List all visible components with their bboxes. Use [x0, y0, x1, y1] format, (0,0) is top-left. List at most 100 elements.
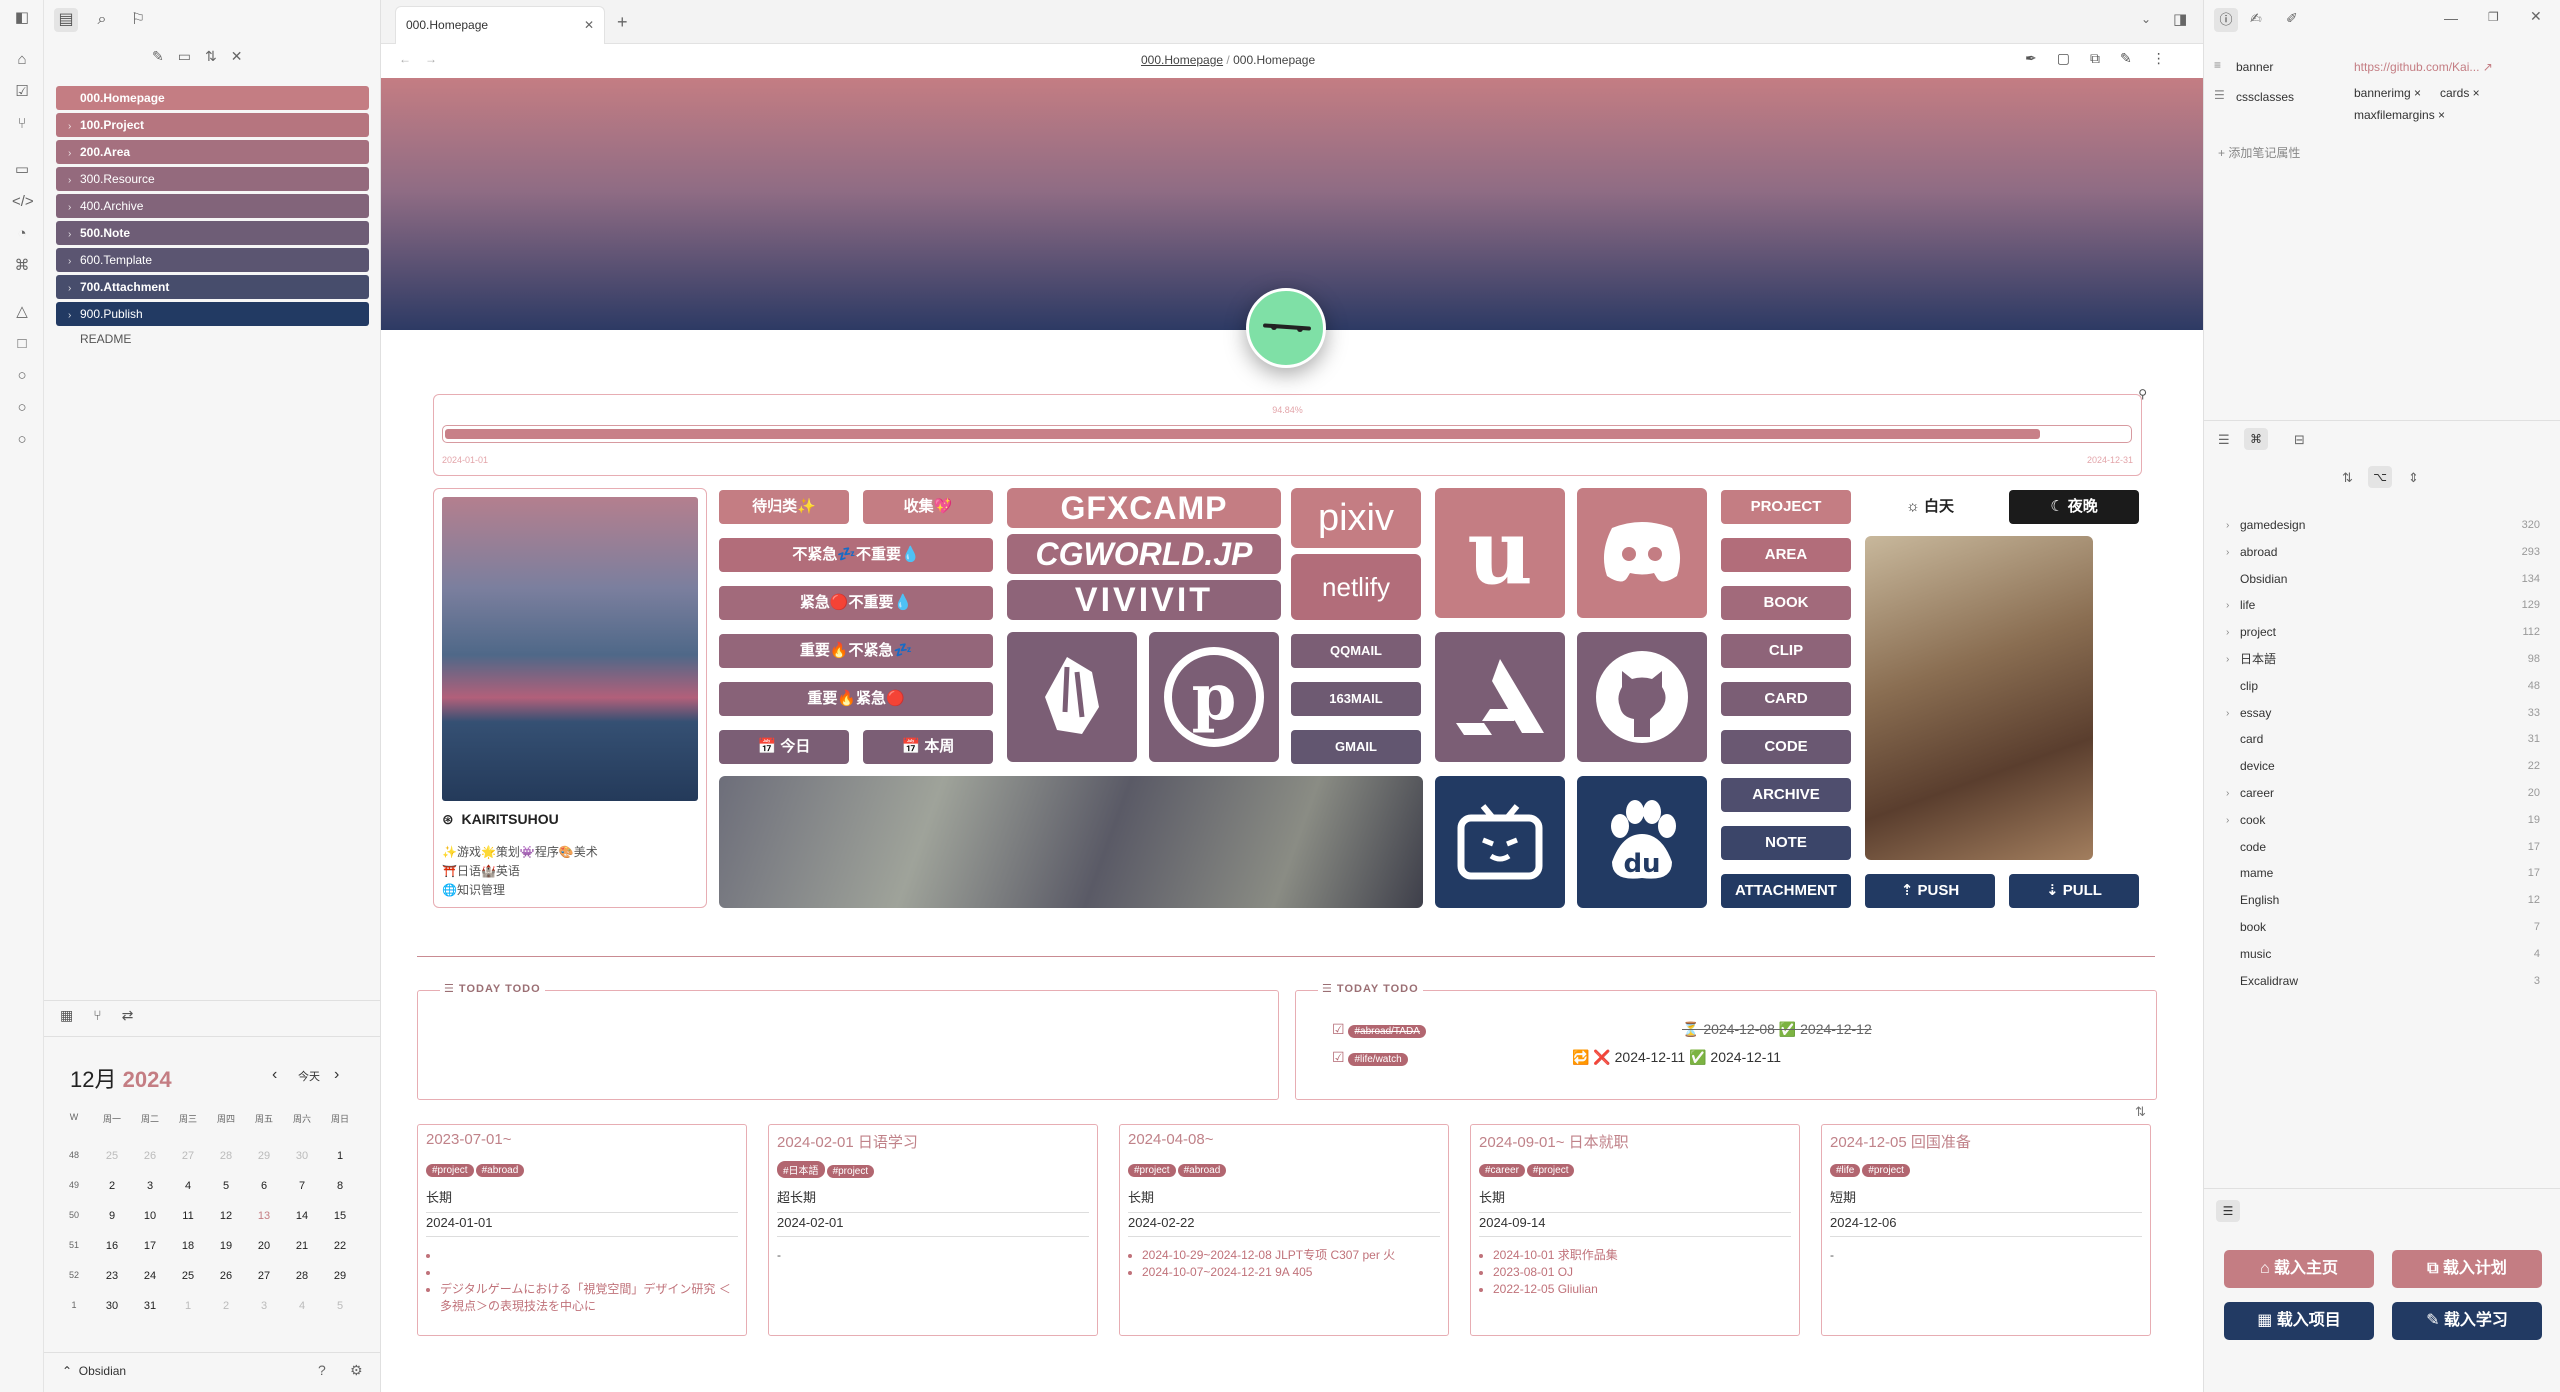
load-home-button[interactable]: ⌂ 载入主页 [2224, 1250, 2374, 1288]
prop-css-value-2[interactable]: cards × [2440, 86, 2480, 100]
tag-row-card[interactable]: card 31 [2240, 726, 2540, 753]
calendar-day[interactable]: 11 [170, 1210, 206, 1222]
tag-row-music[interactable]: music 4 [2240, 941, 2540, 968]
breadcrumb-parent[interactable]: 000.Homepage [1141, 53, 1223, 67]
info-icon[interactable]: ⓘ [2214, 8, 2238, 32]
pen-icon[interactable]: ✒ [2025, 50, 2037, 67]
project-tag[interactable]: #project [826, 1165, 875, 1178]
todo-checkbox-2[interactable]: ☑ [1332, 1049, 1345, 1065]
houdini-icon[interactable] [1007, 632, 1137, 762]
calendar-day[interactable]: 24 [132, 1270, 168, 1282]
next-month-icon[interactable]: › [334, 1066, 339, 1084]
new-folder-icon[interactable]: ▭ [178, 48, 191, 65]
project-card[interactable]: 2023-07-01~ #project#abroad 长期2024-01-01 デ… [417, 1124, 747, 1336]
calendar-day[interactable]: 14 [284, 1210, 320, 1222]
project-tag[interactable]: #career [1479, 1164, 1525, 1177]
sort-tags-icon[interactable]: ⇅ [2342, 470, 2353, 486]
calendar-icon[interactable]: ▦ [60, 1007, 73, 1024]
edit-icon[interactable]: ✎ [2120, 50, 2132, 67]
calendar-day[interactable]: 9 [94, 1210, 130, 1222]
nav-button-project[interactable]: PROJECT [1721, 490, 1851, 524]
nav-button-attachment[interactable]: ATTACHMENT [1721, 874, 1851, 908]
project-tag[interactable]: #project [1526, 1164, 1575, 1177]
calendar-day[interactable]: 26 [208, 1270, 244, 1282]
163mail-link[interactable]: 163MAIL [1291, 682, 1421, 716]
calendar-day[interactable]: 19 [208, 1240, 244, 1252]
calendar-day[interactable]: 8 [322, 1180, 358, 1192]
calendar-day[interactable]: 13 [246, 1210, 282, 1222]
nav-button-card[interactable]: CARD [1721, 682, 1851, 716]
project-card[interactable]: 2024-12-05 回国准备 #life #project 短期 2024-12-06… [1821, 1124, 2151, 1336]
todo-pill[interactable]: 待归类✨ [719, 490, 849, 524]
today-pill[interactable]: 📅 今日 [719, 730, 849, 764]
nav-button-archive[interactable]: ARCHIVE [1721, 778, 1851, 812]
todo-item-1[interactable]: ☑ #abroad/TADA ⏳ 2024-12-08 ✅ 2024-12-12 [1332, 1021, 2132, 1041]
gmail-link[interactable]: GMAIL [1291, 730, 1421, 764]
readme-file[interactable]: README [80, 332, 131, 346]
more-icon[interactable]: ⋮ [2152, 50, 2166, 67]
project-item[interactable]: 2023-08-01 OJ [1493, 1264, 1793, 1281]
calendar-day[interactable]: 5 [322, 1300, 358, 1312]
prop-css-value-1[interactable]: bannerimg × [2354, 86, 2421, 100]
tag-row-device[interactable]: device 22 [2240, 753, 2540, 780]
project-tag[interactable]: #abroad [1177, 1164, 1227, 1177]
calendar-day[interactable]: 10 [132, 1210, 168, 1222]
vivivit-link[interactable]: VIVIVIT [1007, 580, 1281, 620]
calendar-day[interactable]: 17 [132, 1240, 168, 1252]
calendar-day[interactable]: 7 [284, 1180, 320, 1192]
tag-row-abroad[interactable]: › abroad 293 [2226, 539, 2540, 566]
project-tag[interactable]: #abroad [475, 1164, 525, 1177]
project-item[interactable]: 2024-10-07~2024-12-21 9A 405 [1142, 1264, 1442, 1281]
discord-icon[interactable] [1577, 488, 1707, 618]
week-pill[interactable]: 📅 本周 [863, 730, 993, 764]
tag-row-code[interactable]: code 17 [2240, 834, 2540, 861]
gfxcamp-link[interactable]: GFXCAMP [1007, 488, 1281, 528]
tag-chevron-icon[interactable]: › [2226, 700, 2229, 727]
tag-chevron-icon[interactable]: › [2226, 539, 2229, 566]
tag-row-book[interactable]: book 7 [2240, 914, 2540, 941]
tag-row-essay[interactable]: › essay 33 [2226, 700, 2540, 727]
tag-chevron-icon[interactable]: › [2226, 807, 2229, 834]
calendar-day[interactable]: 21 [284, 1240, 320, 1252]
right-sidebar-toggle-icon[interactable]: ◨ [2173, 10, 2187, 28]
search-icon[interactable]: ⌕ [90, 8, 114, 32]
new-tab-icon[interactable]: + [617, 12, 628, 33]
pixiv-link[interactable]: pixiv [1291, 488, 1421, 548]
tag-row-日本語[interactable]: › 日本語 98 [2226, 646, 2540, 673]
bookmark-icon[interactable]: ⚐ [126, 8, 150, 32]
project-item[interactable]: 2024-10-01 求职作品集 [1493, 1247, 1793, 1264]
calendar-day[interactable]: 31 [132, 1300, 168, 1312]
load-project-button[interactable]: ▦ 载入项目 [2224, 1302, 2374, 1340]
vault-switcher[interactable]: ⌃ Obsidian [62, 1364, 126, 1378]
tag-chevron-icon[interactable]: › [2226, 646, 2229, 673]
tag-icon[interactable]: ⌘ [12, 256, 32, 276]
maximize-icon[interactable]: ❐ [2488, 10, 2499, 24]
project-tag[interactable]: #project [426, 1164, 474, 1177]
project-item[interactable]: 2024-10-29~2024-12-08 JLPT专项 C307 per 火 [1142, 1247, 1442, 1264]
unreal-engine-icon[interactable]: u [1435, 488, 1565, 618]
outline-icon[interactable]: ✍ [2250, 10, 2262, 27]
tags-view-icon[interactable]: ⌘ [2244, 428, 2268, 450]
prev-month-icon[interactable]: ‹ [272, 1066, 277, 1084]
calendar-day[interactable]: 26 [132, 1150, 168, 1162]
branch-icon[interactable]: ⑂ [93, 1007, 101, 1024]
home-icon[interactable]: ⌂ [12, 50, 32, 70]
folder-8[interactable]: › 900.Publish [56, 302, 369, 326]
calendar-day[interactable]: 28 [284, 1270, 320, 1282]
calendar-day[interactable]: 12 [208, 1210, 244, 1222]
folder-0[interactable]: 000.Homepage [56, 86, 369, 110]
calendar-day[interactable]: 18 [170, 1240, 206, 1252]
calendar-day[interactable]: 25 [170, 1270, 206, 1282]
expand-tags-icon[interactable]: ⇕ [2408, 470, 2419, 486]
card-icon[interactable]: ▭ [12, 160, 32, 180]
git-push-button[interactable]: ⇡ PUSH [1865, 874, 1995, 908]
prop-css-value-3[interactable]: maxfilemargins × [2354, 108, 2445, 122]
sidebar-toggle-icon[interactable]: ◧ [12, 8, 32, 28]
github-icon[interactable] [1577, 632, 1707, 762]
quadrant-1-pill[interactable]: 不紧急💤不重要💧 [719, 538, 993, 572]
tag-row-clip[interactable]: clip 48 [2240, 673, 2540, 700]
help-icon[interactable]: ? [318, 1362, 326, 1378]
calendar-day[interactable]: 22 [322, 1240, 358, 1252]
copy-icon[interactable]: ⧉ [2090, 50, 2100, 67]
folder-7[interactable]: › 700.Attachment [56, 275, 369, 299]
